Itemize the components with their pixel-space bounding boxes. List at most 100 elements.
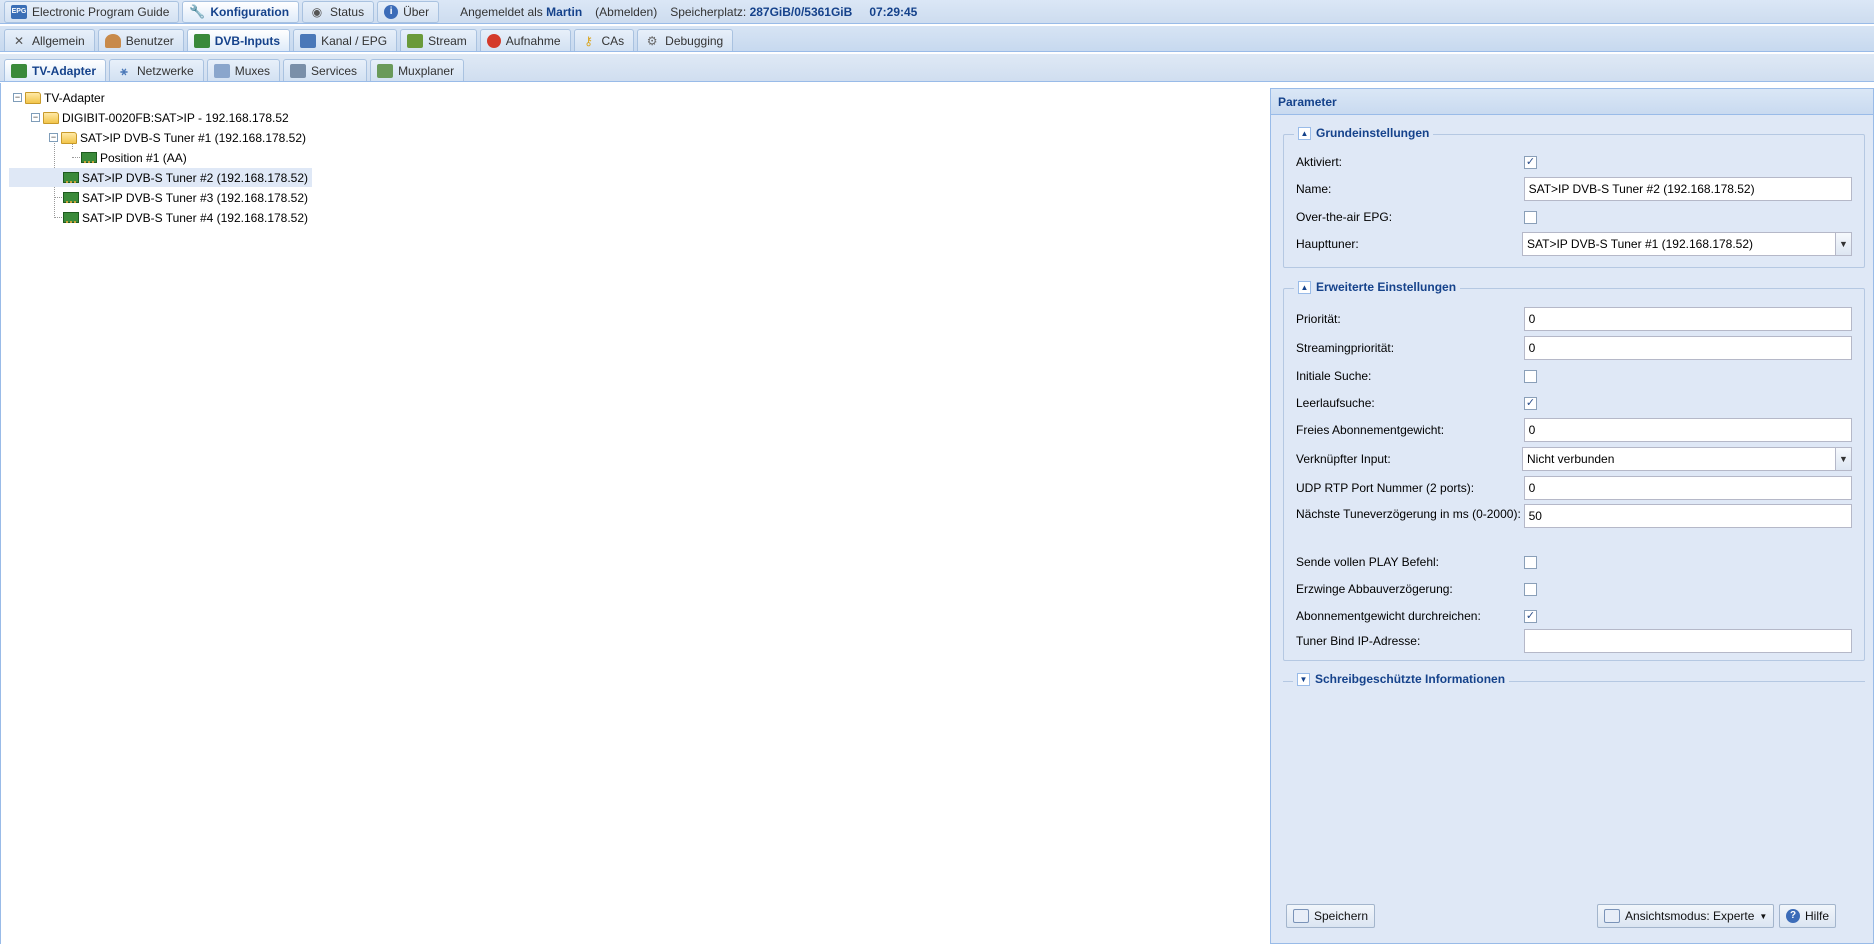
tab-tv-adapter[interactable]: TV-Adapter [4,59,107,81]
tab-label: Aufnahme [505,33,561,48]
field-label: UDP RTP Port Nummer (2 ports): [1296,480,1475,495]
tree-node-tuner-2[interactable]: SAT>IP DVB-S Tuner #2 (192.168.178.52) [9,168,312,187]
tab-label: CAs [601,33,625,48]
storage-label: Speicherplatz: [670,4,747,19]
initiale-suche-checkbox[interactable] [1524,369,1537,383]
save-button[interactable]: Speichern [1286,904,1376,928]
username: Martin [546,4,583,19]
tab-status[interactable]: ◉ Status [302,0,375,23]
row-leerlaufsuche: Leerlaufsuche: ✓ [1296,394,1852,412]
prioritaet-input[interactable] [1523,307,1852,331]
collapse-up-icon[interactable]: ▲ [1298,280,1311,294]
help-button[interactable]: ? Hilfe [1779,904,1837,928]
tree-node-tuner-4[interactable]: SAT>IP DVB-S Tuner #4 (192.168.178.52) [63,208,308,227]
epg-icon: EPG [11,4,27,19]
tree-node-tuner-1[interactable]: − SAT>IP DVB-S Tuner #1 (192.168.178.52) [49,128,306,147]
legend-label: Schreibgeschützte Informationen [1315,672,1506,686]
wrench-icon: 🔧 [189,3,206,19]
tuneverzoegerung-input[interactable] [1523,504,1852,528]
row-play-befehl: Sende vollen PLAY Befehl: [1296,553,1852,571]
tab-kanal-epg[interactable]: Kanal / EPG [293,29,398,51]
epg-checkbox[interactable] [1524,210,1537,224]
name-input[interactable] [1523,177,1852,201]
field-label: Initiale Suche: [1296,368,1372,383]
collapse-icon[interactable]: − [31,113,40,122]
tree-node-position-1[interactable]: Position #1 (AA) [81,148,187,167]
haupttuner-value[interactable] [1522,232,1835,256]
tab-label: Debugging [665,33,724,48]
udp-port-input[interactable] [1523,476,1852,500]
tab-aufnahme[interactable]: Aufnahme [479,29,571,51]
tab-cas[interactable]: ⚷ CAs [573,29,635,51]
advanced-settings-fieldset: ▲ Erweiterte Einstellungen Priorität: St… [1283,280,1865,661]
mux-icon [213,63,230,78]
verknuepfter-input-value[interactable] [1522,447,1835,471]
view-mode-button[interactable]: Ansichtsmodus: Experte ▼ [1597,904,1775,928]
bind-ip-input[interactable] [1523,629,1852,653]
dropdown-arrow-icon: ▼ [1759,911,1768,921]
tab-dvb-inputs[interactable]: DVB-Inputs [186,29,291,51]
abonnementgewicht-input[interactable] [1523,418,1852,442]
aktiviert-checkbox[interactable]: ✓ [1524,155,1537,169]
collapse-icon[interactable]: − [13,93,22,102]
advanced-settings-legend[interactable]: ▲ Erweiterte Einstellungen [1294,280,1461,294]
logout-link[interactable]: (Abmelden) [595,5,657,19]
parameter-panel-title: Parameter [1271,89,1873,115]
streamingprioritaet-input[interactable] [1523,336,1852,360]
help-icon: ? [1786,909,1800,923]
tab-label: TV-Adapter [32,63,97,78]
tree-node-tuner-3[interactable]: SAT>IP DVB-S Tuner #3 (192.168.178.52) [63,188,308,207]
basic-settings-legend[interactable]: ▲ Grundeinstellungen [1294,126,1434,140]
tab-stream[interactable]: Stream [400,29,477,51]
tab-netzwerke[interactable]: ⚹ Netzwerke [109,59,204,81]
save-icon [1293,909,1309,923]
row-udp-port: UDP RTP Port Nummer (2 ports): [1296,476,1852,500]
folder-icon [61,131,77,144]
basic-settings-fieldset: ▲ Grundeinstellungen Aktiviert: ✓ Name: … [1283,126,1865,268]
field-label: Streamingpriorität: [1296,340,1395,355]
abbauverzoegerung-checkbox[interactable] [1524,582,1537,596]
tab-muxplaner[interactable]: Muxplaner [370,59,465,81]
tools-icon: ✕ [13,33,25,48]
tree-node-label: DIGIBIT-0020FB:SAT>IP - 192.168.178.52 [62,110,289,125]
users-icon [104,33,121,48]
tab-benutzer[interactable]: Benutzer [97,29,184,51]
leerlaufsuche-checkbox[interactable]: ✓ [1524,396,1537,410]
row-epg: Over-the-air EPG: [1296,208,1852,226]
field-label: Aktiviert: [1296,154,1343,169]
button-label: Ansichtsmodus: Experte [1625,909,1755,923]
tab-ueber[interactable]: i Über [377,0,440,23]
chevron-down-icon[interactable]: ▼ [1835,232,1852,256]
collapse-icon[interactable]: − [49,133,58,142]
adapter-tree: − TV-Adapter − DIGIBIT-0020FB:SAT>IP - 1… [0,83,1270,944]
tab-allgemein[interactable]: ✕ Allgemein [4,29,95,51]
tab-label: Services [311,63,358,78]
tree-node-root[interactable]: − TV-Adapter [13,88,105,107]
tab-label: Konfiguration [210,4,290,19]
tab-muxes[interactable]: Muxes [206,59,281,81]
collapse-up-icon[interactable]: ▲ [1298,126,1311,140]
row-abbauverzoegerung: Erzwinge Abbauverzögerung: [1296,580,1852,598]
login-info: Angemeldet als Martin [460,5,582,19]
play-befehl-checkbox[interactable] [1524,555,1537,569]
chevron-down-icon[interactable]: ▼ [1835,447,1852,471]
record-icon [486,33,501,48]
row-streamingprioritaet: Streamingpriorität: [1296,336,1852,360]
field-label: Priorität: [1296,311,1341,326]
dvb-tab-bar: TV-Adapter ⚹ Netzwerke Muxes Services Mu… [0,54,1874,82]
tab-debugging[interactable]: ⚙ Debugging [637,29,734,51]
storage-info: Speicherplatz: 287GiB/0/5361GiB [670,5,852,19]
expand-down-icon[interactable]: ▼ [1297,672,1310,686]
verknuepfter-input-select[interactable]: ▼ [1522,447,1852,471]
folder-icon [25,91,41,104]
config-tab-bar: ✕ Allgemein Benutzer DVB-Inputs Kanal / … [0,26,1874,52]
tab-epg[interactable]: EPG Electronic Program Guide [4,0,180,23]
row-initiale-suche: Initiale Suche: [1296,367,1852,385]
tab-konfiguration[interactable]: 🔧 Konfiguration [182,0,300,23]
tab-services[interactable]: Services [283,59,368,81]
readonly-legend[interactable]: ▼ Schreibgeschützte Informationen [1293,672,1510,686]
field-label: Name: [1296,181,1332,196]
haupttuner-select[interactable]: ▼ [1522,232,1852,256]
tree-node-device[interactable]: − DIGIBIT-0020FB:SAT>IP - 192.168.178.52 [31,108,289,127]
durchreichen-checkbox[interactable]: ✓ [1524,609,1537,623]
